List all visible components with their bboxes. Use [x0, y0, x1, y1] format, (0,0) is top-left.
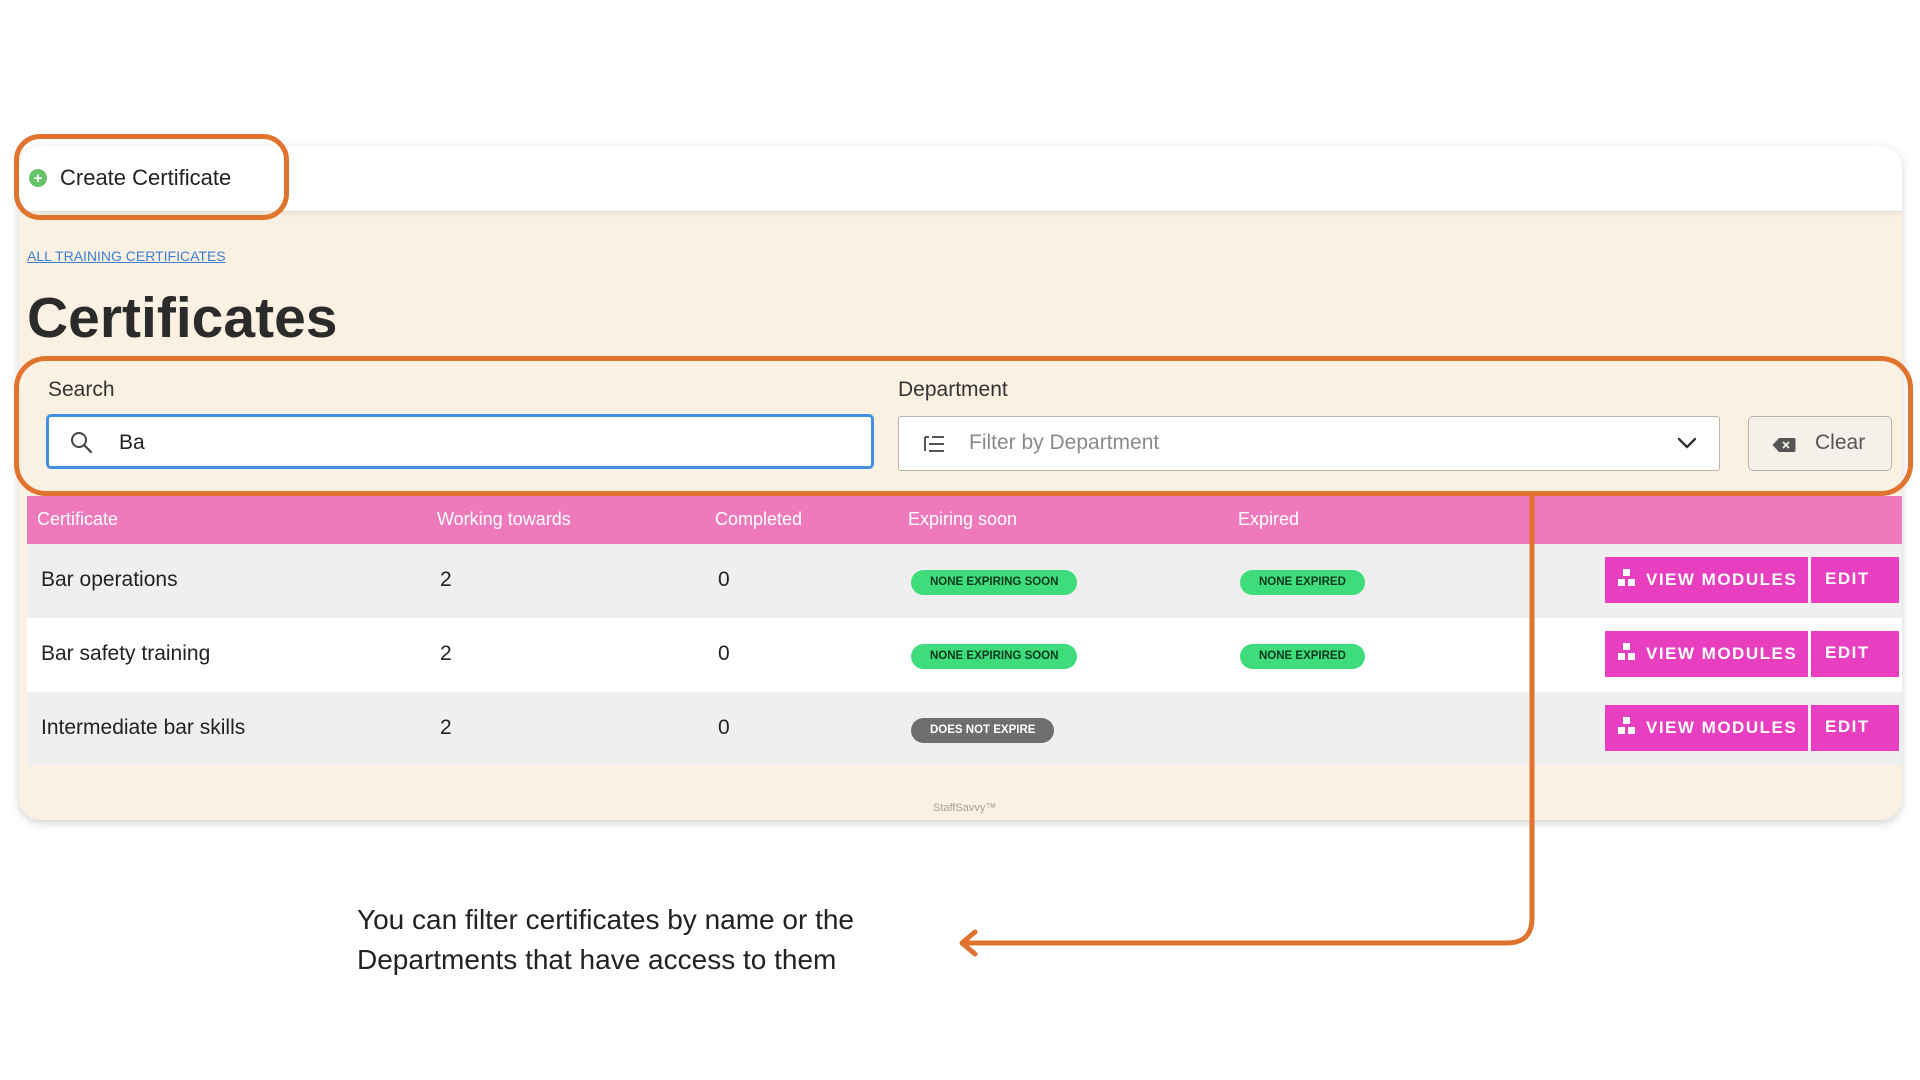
annotation-text: You can filter certificates by name or t… — [357, 900, 854, 980]
annotation-line-2: Departments that have access to them — [357, 944, 837, 975]
annotation-line-1: You can filter certificates by name or t… — [357, 904, 854, 935]
annotation-arrow — [959, 494, 1535, 957]
